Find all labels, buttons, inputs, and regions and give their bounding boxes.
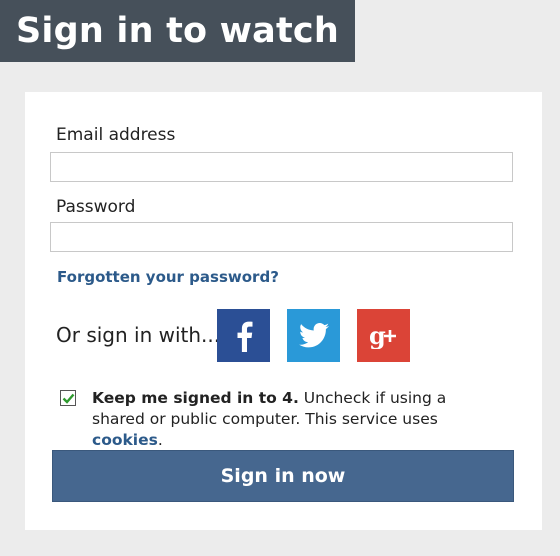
keep-signed-in-checkbox[interactable] — [60, 390, 76, 406]
check-icon — [62, 389, 75, 408]
twitter-sign-in-button[interactable] — [287, 309, 340, 362]
google-plus-sign-in-button[interactable]: g — [357, 309, 410, 362]
facebook-sign-in-button[interactable] — [217, 309, 270, 362]
page-title: Sign in to watch — [16, 11, 339, 51]
twitter-icon — [298, 323, 329, 348]
sign-in-form: Email address Password Forgotten your pa… — [25, 92, 542, 530]
email-field[interactable] — [50, 152, 513, 182]
keep-signed-in-label: Keep me signed in to 4. Uncheck if using… — [92, 388, 502, 451]
forgot-password-link[interactable]: Forgotten your password? — [57, 268, 279, 286]
social-sign-in-prompt: Or sign in with... — [56, 323, 221, 347]
sign-in-button[interactable]: Sign in now — [52, 450, 514, 502]
cookies-link[interactable]: cookies — [92, 431, 158, 449]
page-header: Sign in to watch — [0, 0, 355, 62]
keep-signed-in-bold-text: Keep me signed in to 4. — [92, 389, 299, 407]
google-plus-icon: g — [369, 323, 399, 349]
email-label: Email address — [56, 125, 176, 145]
facebook-icon — [235, 320, 253, 352]
password-label: Password — [56, 197, 136, 217]
svg-text:g: g — [369, 323, 386, 349]
keep-signed-in-suffix: . — [157, 431, 163, 449]
password-field[interactable] — [50, 222, 513, 252]
